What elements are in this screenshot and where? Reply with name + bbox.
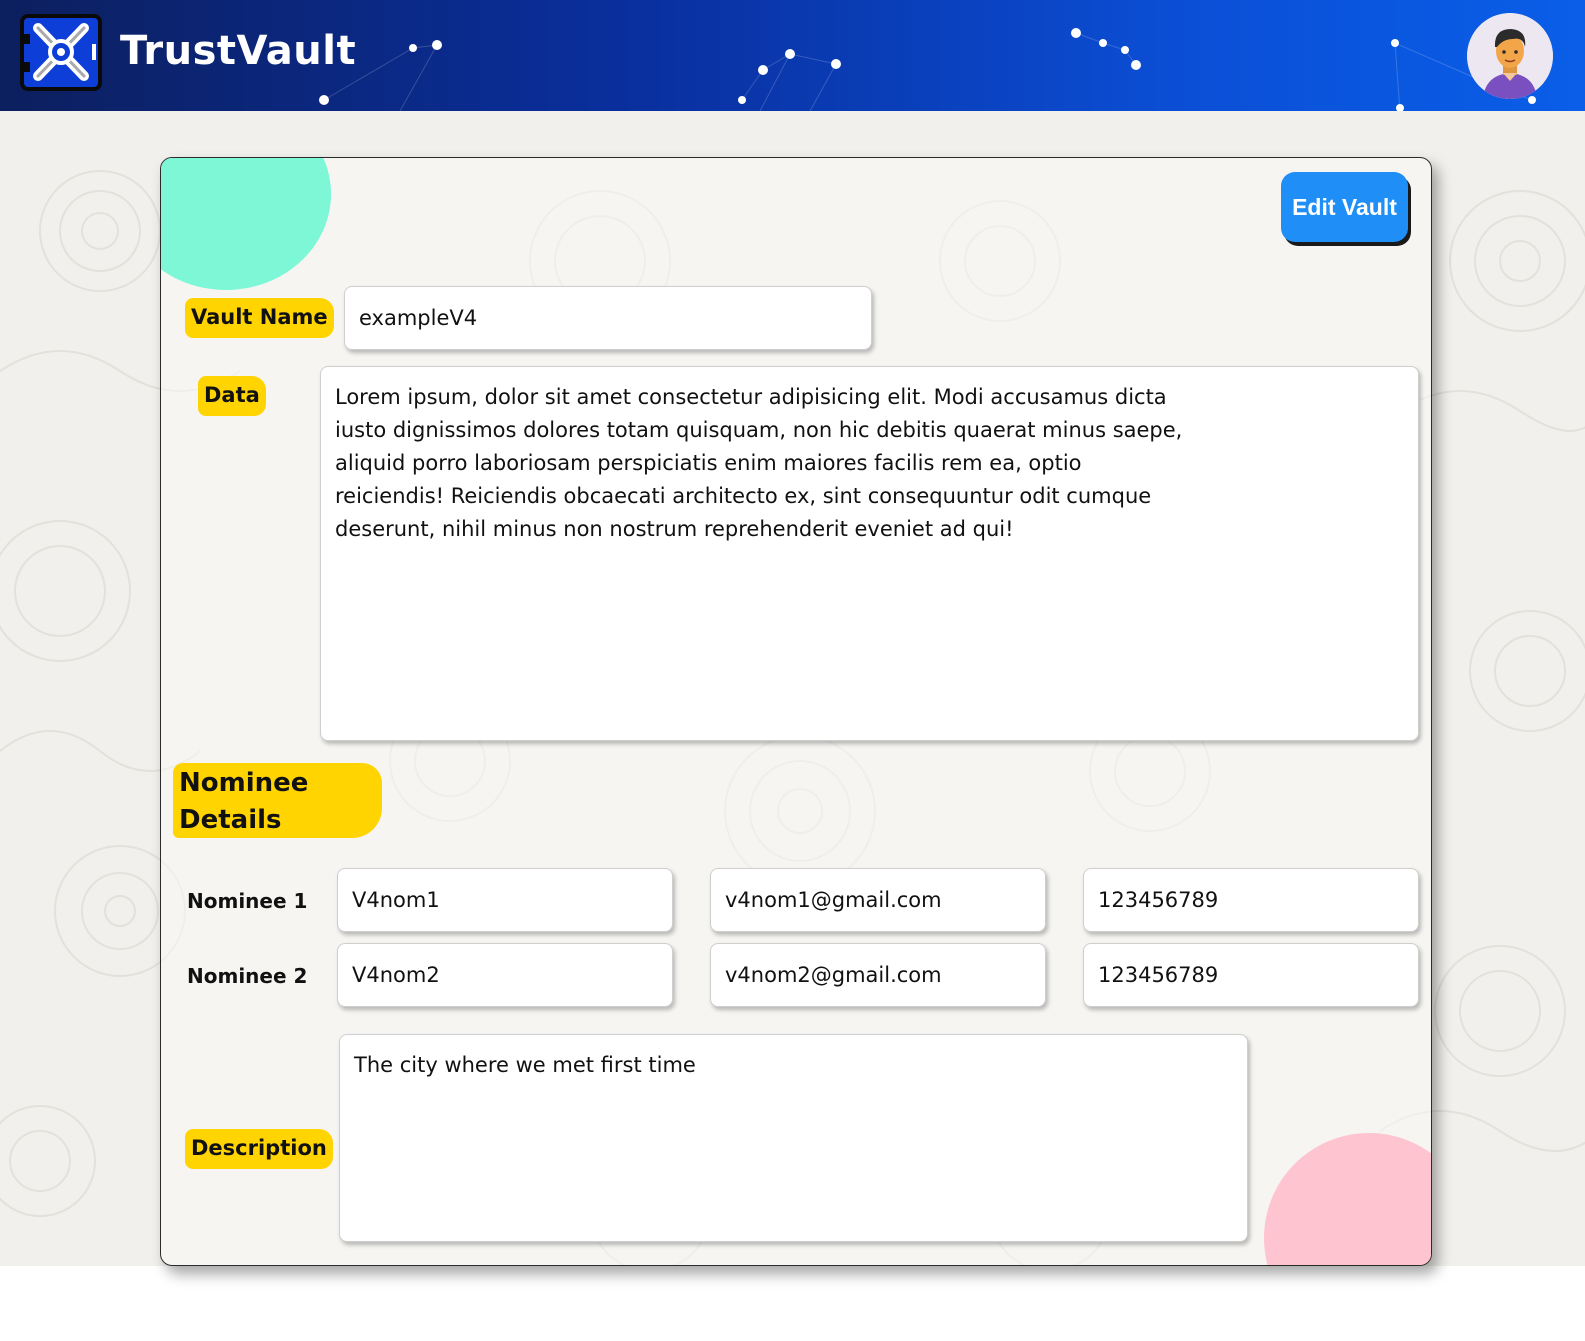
nominee-2-email-input[interactable]: v4nom2@gmail.com bbox=[710, 943, 1046, 1007]
nominee-details-heading: Nominee Details bbox=[173, 763, 382, 838]
vault-x-icon[interactable] bbox=[20, 14, 102, 91]
vault-name-label: Vault Name bbox=[185, 298, 334, 338]
teal-blob-decoration bbox=[161, 158, 331, 290]
nominee-2-phone-input[interactable]: 123456789 bbox=[1083, 943, 1419, 1007]
nominee-1-label: Nominee 1 bbox=[187, 889, 308, 913]
brand-title: TrustVault bbox=[120, 28, 357, 74]
data-textarea[interactable]: Lorem ipsum, dolor sit amet consectetur … bbox=[320, 366, 1419, 741]
nominee-1-name-input[interactable]: V4nom1 bbox=[337, 868, 673, 932]
nominee-1-email-input[interactable]: v4nom1@gmail.com bbox=[710, 868, 1046, 932]
vault-name-input[interactable]: exampleV4 bbox=[344, 286, 872, 350]
user-avatar-icon[interactable] bbox=[1467, 13, 1553, 99]
data-label: Data bbox=[198, 376, 266, 416]
nominee-2-name-input[interactable]: V4nom2 bbox=[337, 943, 673, 1007]
top-header: TrustVault bbox=[0, 0, 1585, 111]
pink-blob-decoration bbox=[1264, 1133, 1431, 1265]
vault-card: Edit Vault Vault Name exampleV4 Data Lor… bbox=[160, 157, 1432, 1266]
description-label: Description bbox=[185, 1129, 333, 1169]
nominee-1-phone-input[interactable]: 123456789 bbox=[1083, 868, 1419, 932]
description-textarea[interactable]: The city where we met first time bbox=[339, 1034, 1248, 1242]
nominee-2-label: Nominee 2 bbox=[187, 964, 308, 988]
edit-vault-button[interactable]: Edit Vault bbox=[1281, 172, 1408, 242]
